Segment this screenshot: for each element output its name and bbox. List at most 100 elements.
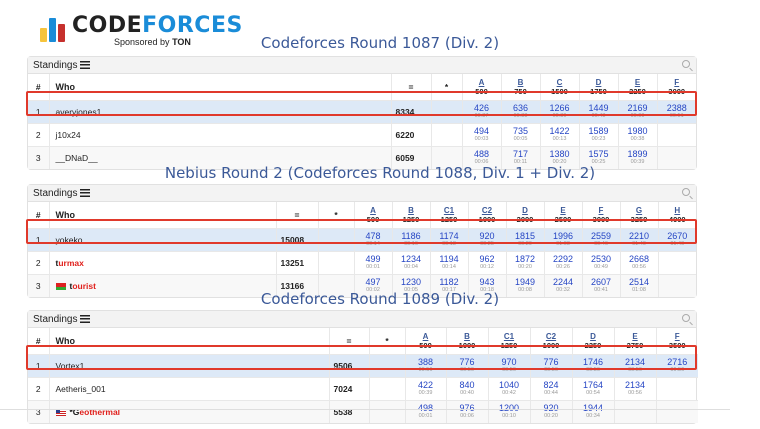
- problem-result-cell[interactable]: 920 00:20: [530, 399, 573, 423]
- participant-link[interactable]: *Geothermal: [49, 399, 330, 423]
- list-icon[interactable]: [80, 189, 91, 197]
- problem-header[interactable]: A 500: [405, 328, 447, 354]
- standings-panel: Standings # Who = * A 500 B 750 C 1500 D 175…: [27, 56, 697, 170]
- problem-result-cell[interactable]: 840 00:40: [446, 376, 489, 400]
- problem-result-cell[interactable]: 2292 00:26: [544, 250, 583, 274]
- contest-title[interactable]: Nebius Round 2 (Codeforces Round 1088, D…: [0, 164, 760, 182]
- participant-link[interactable]: j10x24: [49, 122, 392, 146]
- problem-result-cell[interactable]: 970 00:56: [488, 353, 531, 377]
- problem-header[interactable]: B 1000: [446, 328, 489, 354]
- problem-result-cell[interactable]: 776 00:56: [530, 353, 573, 377]
- problem-header[interactable]: D 1750: [579, 74, 619, 100]
- penalty-cell: [318, 227, 355, 251]
- score-cell: 13251: [276, 250, 319, 274]
- list-icon[interactable]: [80, 61, 91, 69]
- table-row: 2 j10x24 6220 494 00:03 735 00:05 1422 00:1…: [28, 122, 696, 146]
- problem-result-cell[interactable]: 1234 00:04: [392, 250, 431, 274]
- participant-link[interactable]: Aetheris_001: [49, 376, 330, 400]
- problem-header[interactable]: H 4000: [658, 202, 696, 228]
- problem-header[interactable]: C2 1000: [530, 328, 573, 354]
- problem-result-cell[interactable]: 1746 00:56: [572, 353, 615, 377]
- problem-result-cell[interactable]: 824 00:44: [530, 376, 573, 400]
- problem-header[interactable]: D 2000: [506, 202, 545, 228]
- problem-header[interactable]: F 3000: [582, 202, 621, 228]
- problem-result-cell[interactable]: 1040 00:42: [488, 376, 531, 400]
- problem-header[interactable]: E 2500: [544, 202, 583, 228]
- contest-title[interactable]: Codeforces Round 1089 (Div. 2): [0, 290, 760, 308]
- problem-header[interactable]: C1 1250: [488, 328, 531, 354]
- problem-header[interactable]: D 2250: [572, 328, 615, 354]
- problem-result-cell[interactable]: 1422 00:13: [540, 122, 580, 146]
- problem-result-cell[interactable]: 498 00:01: [405, 399, 447, 423]
- problem-result-cell[interactable]: 2169 00:09: [618, 99, 658, 123]
- problem-result-cell[interactable]: 1449 00:43: [579, 99, 619, 123]
- search-icon[interactable]: [682, 188, 690, 196]
- problem-header[interactable]: C2 1000: [468, 202, 507, 228]
- table-row: 2 turmax 13251 499 00:01 1234 00:04 1194 00…: [28, 250, 696, 274]
- problem-result-cell[interactable]: 1996 01:03: [544, 227, 583, 251]
- problem-result-cell[interactable]: 1815 00:29: [506, 227, 545, 251]
- problem-result-cell[interactable]: 1186 00:16: [392, 227, 431, 251]
- participant-link[interactable]: averyjones1: [49, 99, 392, 123]
- problem-header[interactable]: F 3500: [656, 328, 698, 354]
- rank-cell: 2: [28, 376, 50, 400]
- problem-result-cell[interactable]: 1200 00:10: [488, 399, 531, 423]
- problem-result-cell[interactable]: 1764 00:54: [572, 376, 615, 400]
- problem-header[interactable]: E 2750: [614, 328, 657, 354]
- problem-result-cell[interactable]: 2134 00:56: [614, 376, 657, 400]
- problem-header[interactable]: B 1250: [392, 202, 431, 228]
- problem-header[interactable]: E 2250: [618, 74, 658, 100]
- participant-link[interactable]: Vortex1: [49, 353, 330, 377]
- search-icon[interactable]: [682, 314, 690, 322]
- problem-header[interactable]: C1 1250: [430, 202, 469, 228]
- score-header: =: [276, 202, 319, 228]
- problem-result-cell[interactable]: 1872 00:20: [506, 250, 545, 274]
- participant-link[interactable]: yokeko: [49, 227, 277, 251]
- problem-result-cell[interactable]: 494 00:03: [462, 122, 502, 146]
- problem-result-cell[interactable]: 776 00:56: [446, 353, 489, 377]
- problem-result-cell[interactable]: 2388 00:51: [657, 99, 696, 123]
- rank-header: #: [28, 328, 50, 354]
- problem-result-cell[interactable]: 478 00:14: [354, 227, 393, 251]
- problem-header[interactable]: A 500: [462, 74, 502, 100]
- problem-result-cell[interactable]: 2530 00:49: [582, 250, 621, 274]
- list-icon[interactable]: [80, 315, 91, 323]
- problem-result-cell[interactable]: 422 00:39: [405, 376, 447, 400]
- problem-result-cell[interactable]: 1944 00:34: [572, 399, 615, 423]
- problem-result-cell[interactable]: 735 00:05: [501, 122, 541, 146]
- problem-result-cell[interactable]: 2668 00:56: [620, 250, 659, 274]
- rank-cell: 2: [28, 122, 50, 146]
- belarus-flag-icon: [55, 282, 66, 290]
- problem-result-cell[interactable]: 1174 00:18: [430, 227, 469, 251]
- table-header-row: # Who = * A 500 B 1000 C1 1250 C2 1000 D 2250…: [28, 328, 698, 354]
- problem-result-cell[interactable]: 1266 00:39: [540, 99, 580, 123]
- problem-result-cell[interactable]: 2559 00:46: [582, 227, 621, 251]
- problem-header[interactable]: F 3000: [657, 74, 696, 100]
- problem-header[interactable]: A 500: [354, 202, 393, 228]
- problem-result-cell[interactable]: 499 00:01: [354, 250, 393, 274]
- table-row: 2 Aetheris_001 7024 422 00:39 840 00:40 10…: [28, 376, 698, 400]
- table-row: 1 Vortex1 9506 388 00:56 776 00:56 970 00:5…: [28, 353, 698, 377]
- participant-link[interactable]: turmax: [49, 250, 277, 274]
- contest-title[interactable]: Codeforces Round 1087 (Div. 2): [0, 34, 760, 52]
- problem-result-cell[interactable]: 1589 00:23: [579, 122, 619, 146]
- problem-header[interactable]: C 1500: [540, 74, 580, 100]
- problem-header[interactable]: B 750: [501, 74, 541, 100]
- problem-result-cell[interactable]: 2134 00:56: [614, 353, 657, 377]
- problem-result-cell[interactable]: 962 00:12: [468, 250, 507, 274]
- penalty-cell: [431, 122, 463, 146]
- problem-header[interactable]: G 3250: [620, 202, 659, 228]
- problem-result-cell[interactable]: 1194 00:14: [430, 250, 469, 274]
- problem-result-cell[interactable]: 2716 00:56: [656, 353, 698, 377]
- search-icon[interactable]: [682, 60, 690, 68]
- problem-result-cell[interactable]: 1980 00:38: [618, 122, 658, 146]
- problem-result-cell[interactable]: 2210 01:40: [620, 227, 659, 251]
- problem-result-cell[interactable]: 976 00:06: [446, 399, 489, 423]
- problem-result-cell[interactable]: 2670 01:40: [658, 227, 696, 251]
- problem-result-cell: [658, 250, 696, 274]
- who-header: Who: [49, 202, 277, 228]
- problem-result-cell[interactable]: 920 00:25: [468, 227, 507, 251]
- problem-result-cell[interactable]: 636 00:38: [501, 99, 541, 123]
- problem-result-cell[interactable]: 388 00:56: [405, 353, 447, 377]
- problem-result-cell[interactable]: 426 00:37: [462, 99, 502, 123]
